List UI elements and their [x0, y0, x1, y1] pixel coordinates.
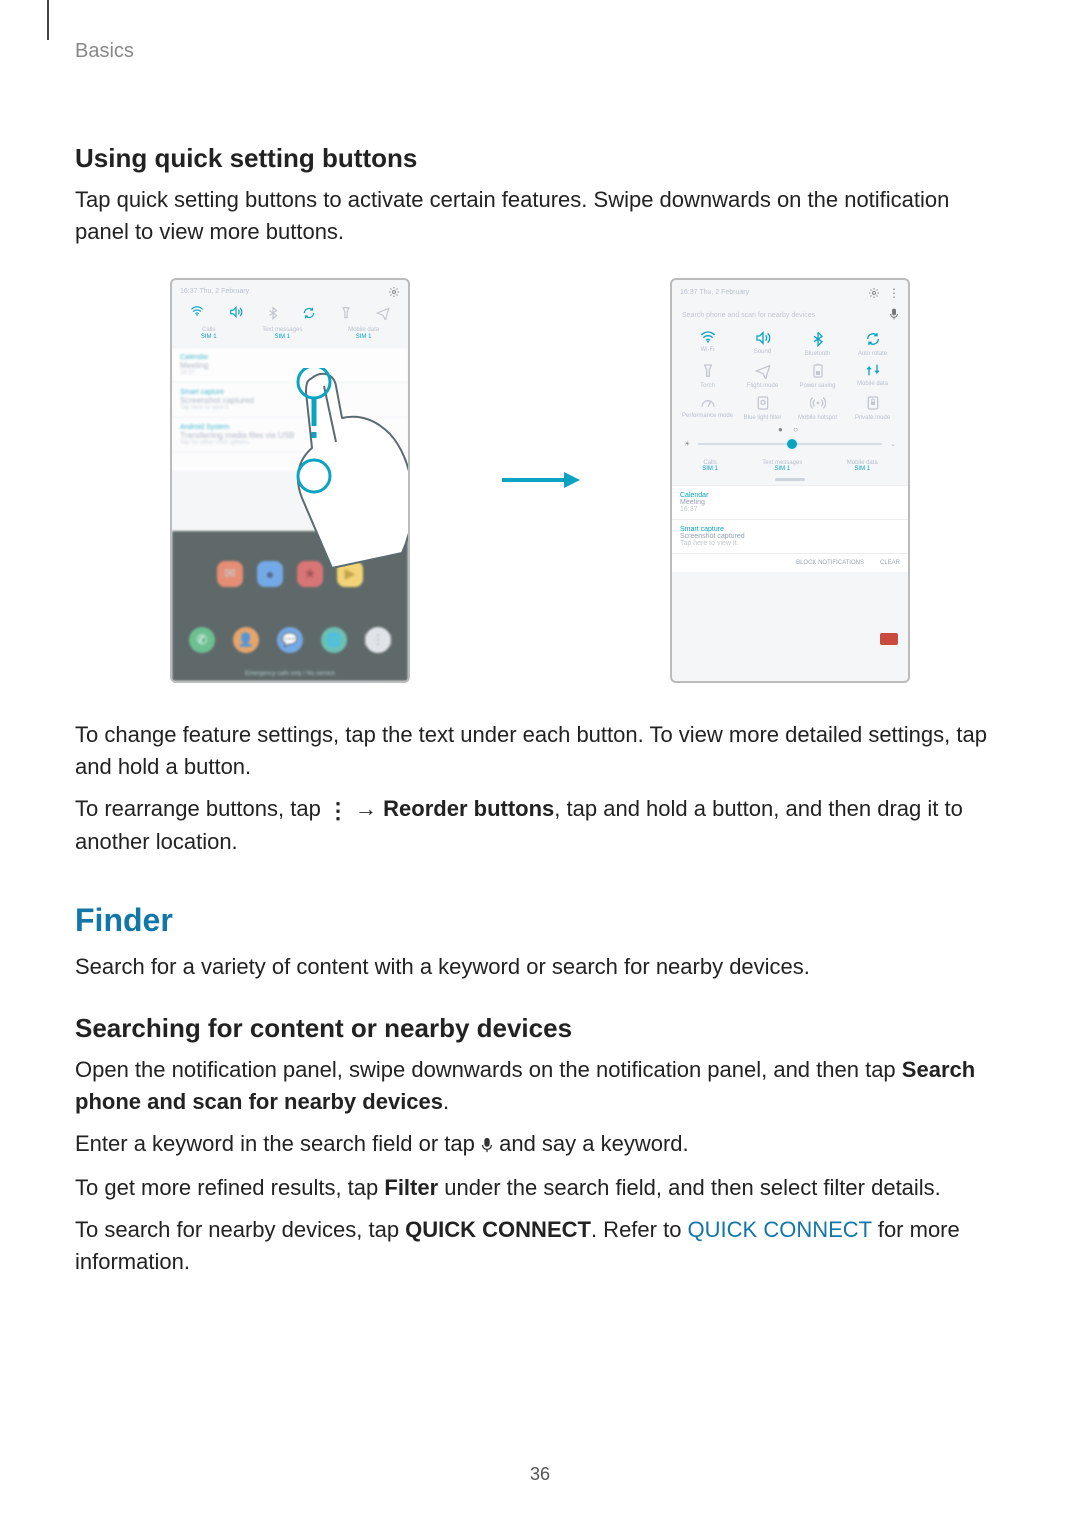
sound-icon: [229, 306, 243, 323]
qs-tile-label: Auto rotate: [845, 351, 900, 357]
page-indicator: ● ○: [672, 423, 908, 436]
qs-tile-wifi: Wi-Fi: [680, 331, 735, 357]
clear-label: CLEAR: [880, 560, 900, 566]
qs-tile-bfilter: Blue light filter: [735, 395, 790, 421]
more-icon: ⋮: [327, 795, 349, 827]
psave-icon: [790, 363, 845, 381]
qs-tile-pmode: Private mode: [845, 395, 900, 421]
mdata-icon: [845, 363, 900, 379]
hand-swipe-icon: [272, 368, 410, 568]
torch-icon: [680, 363, 735, 381]
para-rearrange: To rearrange buttons, tap ⋮ → Reorder bu…: [75, 793, 1005, 859]
qs-tile-label: Private mode: [845, 415, 900, 421]
bfilter-icon: [735, 395, 790, 413]
quick-connect-link[interactable]: QUICK CONNECT: [688, 1217, 872, 1242]
qs-tile-label: Sound: [735, 349, 790, 355]
qs-tile-label: Mobile hotspot: [790, 415, 845, 421]
brightness-icon: ☀: [684, 440, 690, 448]
screenshot-notification-panel: 16:37 Thu, 2 February: [170, 278, 410, 683]
qs-tile-label: Blue light filter: [735, 415, 790, 421]
qs-tile-torch: Torch: [680, 363, 735, 389]
mic-icon: [890, 308, 898, 323]
status-time: 16:37 Thu, 2 February: [680, 289, 749, 296]
brightness-slider: ☀ ⌄: [672, 436, 908, 456]
para-quick-connect: To search for nearby devices, tap QUICK …: [75, 1214, 1005, 1278]
rotate-icon: [845, 331, 900, 349]
heading-finder: Finder: [75, 902, 1005, 939]
block-notifications-label: BLOCK NOTIFICATIONS: [796, 560, 864, 566]
qs-tile-label: Torch: [680, 383, 735, 389]
qs-tile-perf: Performance mode: [680, 395, 735, 421]
qs-tile-label: Power saving: [790, 383, 845, 389]
para-keyword: Enter a keyword in the search field or t…: [75, 1128, 1005, 1162]
qs-tile-mdata: Mobile data: [845, 363, 900, 389]
qs-tile-label: Flight mode: [735, 383, 790, 389]
status-time: 16:37 Thu, 2 February: [180, 288, 249, 295]
para-finder-intro: Search for a variety of content with a k…: [75, 951, 1005, 983]
hotspot-icon: [790, 395, 845, 413]
gear-icon: [388, 286, 400, 298]
airplane-icon: [376, 306, 390, 323]
thumbnail-icon: [880, 633, 898, 645]
perf-icon: [680, 395, 735, 411]
sound-icon: [735, 331, 790, 347]
screenshot-quick-settings-expanded: 16:37 Thu, 2 February ⋮ Search phone and…: [670, 278, 910, 683]
wifi-icon: [680, 331, 735, 345]
para-filter: To get more refined results, tap Filter …: [75, 1172, 1005, 1204]
torch-icon: [341, 306, 351, 323]
qs-tile-label: Bluetooth: [790, 351, 845, 357]
pmode-icon: [845, 395, 900, 413]
qs-tile-bt: Bluetooth: [790, 331, 845, 357]
plane-icon: [735, 363, 790, 381]
wifi-icon: [190, 306, 204, 323]
heading-searching: Searching for content or nearby devices: [75, 1013, 1005, 1044]
qs-tile-rotate: Auto rotate: [845, 331, 900, 357]
figure-quick-settings: 16:37 Thu, 2 February: [75, 278, 1005, 683]
gear-icon: [868, 287, 880, 299]
page-number: 36: [0, 1464, 1080, 1485]
arrow-right-icon: [500, 468, 580, 492]
bt-icon: [790, 331, 845, 349]
heading-quick-settings: Using quick setting buttons: [75, 143, 1005, 174]
search-placeholder: Search phone and scan for nearby devices: [682, 312, 815, 319]
qs-tile-psave: Power saving: [790, 363, 845, 389]
breadcrumb: Basics: [75, 40, 1005, 63]
qs-tile-label: Performance mode: [680, 413, 735, 419]
more-icon: ⋮: [888, 286, 900, 300]
mic-icon: [481, 1130, 493, 1162]
qs-tile-sound: Sound: [735, 331, 790, 357]
chevron-down-icon: ⌄: [890, 440, 896, 448]
qs-tile-label: Wi-Fi: [680, 347, 735, 353]
bluetooth-icon: [268, 306, 278, 323]
qs-tile-plane: Flight mode: [735, 363, 790, 389]
rotate-icon: [302, 306, 316, 323]
para-qs-intro: Tap quick setting buttons to activate ce…: [75, 184, 1005, 248]
qs-tile-label: Mobile data: [845, 381, 900, 387]
para-open-panel: Open the notification panel, swipe downw…: [75, 1054, 1005, 1118]
para-change-settings: To change feature settings, tap the text…: [75, 719, 1005, 783]
qs-tile-hotspot: Mobile hotspot: [790, 395, 845, 421]
